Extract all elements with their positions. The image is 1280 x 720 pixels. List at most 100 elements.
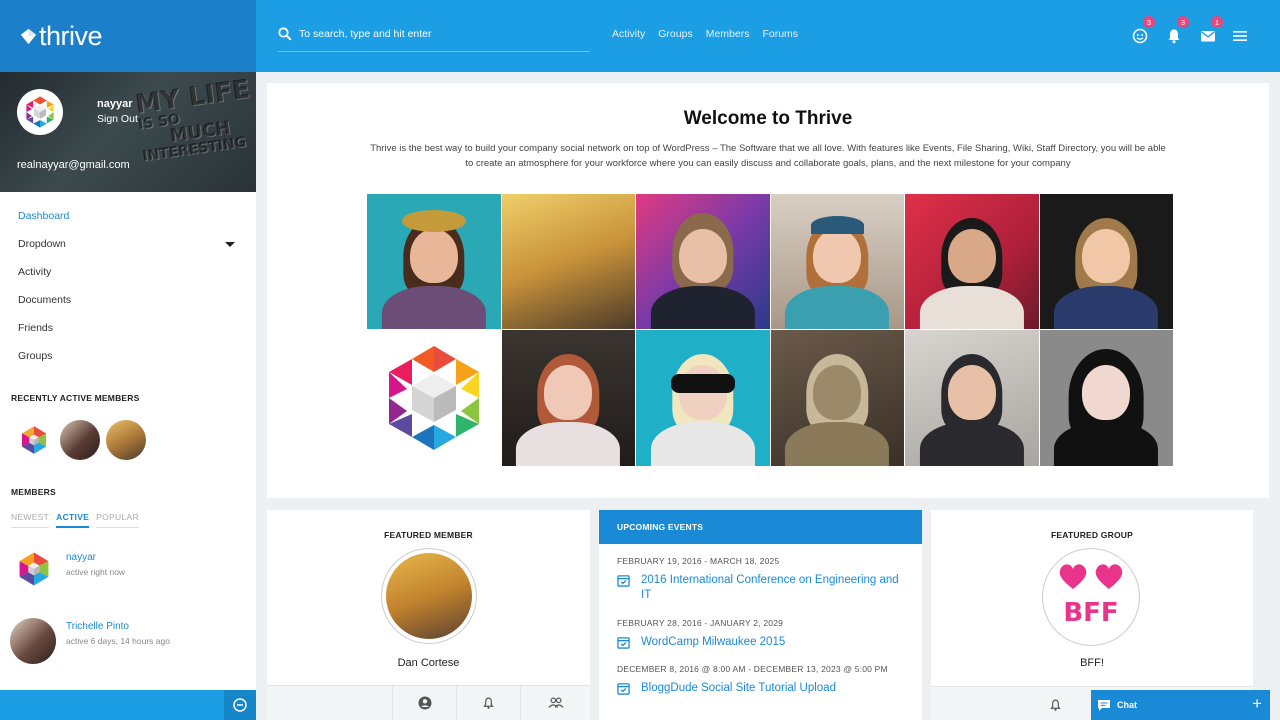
recent-member-avatar[interactable] [106,420,146,460]
sidebar-item-friends[interactable]: Friends [0,314,256,342]
minus-circle-icon [233,698,247,712]
member-avatar [10,618,56,664]
friend-requests-button[interactable]: 3 [1132,16,1155,44]
event-title-link[interactable]: WordCamp Milwaukee 2015 [641,635,785,650]
sidebar-item-dashboard[interactable]: Dashboard [0,202,256,230]
welcome-panel: Welcome to Thrive Thrive is the best way… [267,83,1269,498]
member-photo[interactable] [905,330,1039,466]
profile-card: MY LIFE IS SO MUCH INTERESTING [0,72,256,192]
notify-action[interactable] [457,686,521,720]
member-photo[interactable] [770,194,904,329]
sidebar-item-activity[interactable]: Activity [0,258,256,286]
event-date: FEBRUARY 28, 2016 - JANUARY 2, 2029 [617,618,784,628]
featured-member-avatar[interactable] [381,548,477,644]
member-photo[interactable] [636,194,770,329]
cube-logo-icon [19,552,49,586]
cube-logo-icon [26,96,54,128]
event-item: FEBRUARY 28, 2016 - JANUARY 2, 2029 Word… [617,618,907,650]
topnav-forums[interactable]: Forums [762,28,798,40]
user-circle-icon [418,696,431,710]
users-icon [547,697,564,708]
member-tabs: NEWEST ACTIVE POPULAR [11,512,139,528]
member-name[interactable]: nayyar [66,552,125,563]
thrive-logo-icon [20,28,37,44]
chat-bubble-icon [1098,699,1110,711]
bff-hearts-logo: BFF [1059,564,1123,628]
hamburger-menu-icon[interactable] [1233,30,1247,42]
search-input[interactable] [299,28,569,40]
member-photo[interactable] [770,330,904,466]
sidebar-item-documents[interactable]: Documents [0,286,256,314]
chat-bar[interactable]: Chat + [1091,690,1270,720]
sign-out-link[interactable]: Sign Out [97,113,138,125]
bell-icon [1168,29,1180,44]
notifications-badge: 3 [1177,16,1189,28]
member-name[interactable]: Trichelle Pinto [66,621,170,632]
event-title-link[interactable]: 2016 International Conference on Enginee… [641,573,907,603]
event-date: DECEMBER 8, 2016 @ 8:00 AM - DECEMBER 13… [617,664,888,674]
sidebar: thrive MY LIFE IS SO MUCH INTERESTING na… [0,0,256,720]
event-date: FEBRUARY 19, 2016 - MARCH 18, 2025 [617,556,780,566]
brand-name: thrive [39,20,103,51]
featured-member-name[interactable]: Dan Cortese [267,657,590,669]
sidebar-item-label: Dropdown [18,238,66,250]
recent-member-avatar[interactable] [14,420,54,460]
member-photo[interactable] [501,194,635,329]
caret-down-icon [225,242,235,247]
tab-newest[interactable]: NEWEST [11,512,50,528]
recently-active-title: RECENTLY ACTIVE MEMBERS [11,393,140,403]
svg-text:BFF: BFF [1063,598,1118,628]
list-item[interactable]: Trichelle Pinto active 6 days, 14 hours … [10,618,170,664]
friends-action[interactable] [521,686,590,720]
card-footer [267,685,590,720]
member-avatar [14,549,54,589]
sidebar-item-groups[interactable]: Groups [0,342,256,370]
featured-member-card: FEATURED MEMBER Dan Cortese [267,510,590,720]
search-bar [278,25,590,52]
brand-photo-tile [367,330,501,466]
messages-button[interactable]: 1 [1200,16,1223,44]
member-photo[interactable] [1039,330,1173,466]
top-nav: Activity Groups Members Forums [612,28,798,40]
member-photo[interactable] [636,330,770,466]
members-title: MEMBERS [11,487,56,497]
friend-requests-badge: 3 [1143,16,1155,28]
sidebar-item-dropdown[interactable]: Dropdown [0,230,256,258]
event-item: FEBRUARY 19, 2016 - MARCH 18, 2025 2016 … [617,556,907,603]
member-status: active 6 days, 14 hours ago [66,636,170,646]
featured-group-avatar[interactable]: BFF [1042,548,1140,646]
tab-popular[interactable]: POPULAR [96,512,139,528]
chat-label: Chat [1117,700,1137,710]
events-title: UPCOMING EVENTS [599,510,922,544]
topnav-groups[interactable]: Groups [658,28,692,40]
profile-action[interactable] [393,686,457,720]
topnav-members[interactable]: Members [706,28,750,40]
topnav-activity[interactable]: Activity [612,28,645,40]
welcome-title: Welcome to Thrive [683,108,853,129]
cube-logo-icon [22,426,46,454]
profile-name[interactable]: nayyar [97,98,132,110]
member-photo[interactable] [905,194,1039,329]
notifications-button[interactable]: 3 [1166,16,1189,44]
member-status: active right now [66,567,126,577]
brand-logo[interactable]: thrive [0,0,256,72]
upcoming-events-card: UPCOMING EVENTS FEBRUARY 19, 2016 - MARC… [599,510,922,720]
member-photo[interactable] [367,194,501,329]
tab-active[interactable]: ACTIVE [56,512,90,528]
sidebar-footer [0,690,256,720]
featured-group-name[interactable]: BFF! [931,657,1253,669]
search-icon[interactable] [278,27,292,41]
featured-group-card: FEATURED GROUP BFF BFF! [931,510,1253,686]
list-item[interactable]: nayyar active right now [14,549,125,589]
top-icons: 3 3 1 [1132,16,1223,44]
event-item: DECEMBER 8, 2016 @ 8:00 AM - DECEMBER 13… [617,664,907,696]
collapse-sidebar-button[interactable] [224,690,256,720]
envelope-icon [1201,31,1215,42]
event-title-link[interactable]: BloggDude Social Site Tutorial Upload [641,681,836,696]
member-photo[interactable] [501,330,635,466]
profile-avatar[interactable] [17,89,63,135]
plus-icon[interactable]: + [1252,695,1262,712]
recent-member-avatar[interactable] [60,420,100,460]
member-photo[interactable] [1039,194,1173,329]
bell-outline-icon[interactable] [1049,698,1062,712]
